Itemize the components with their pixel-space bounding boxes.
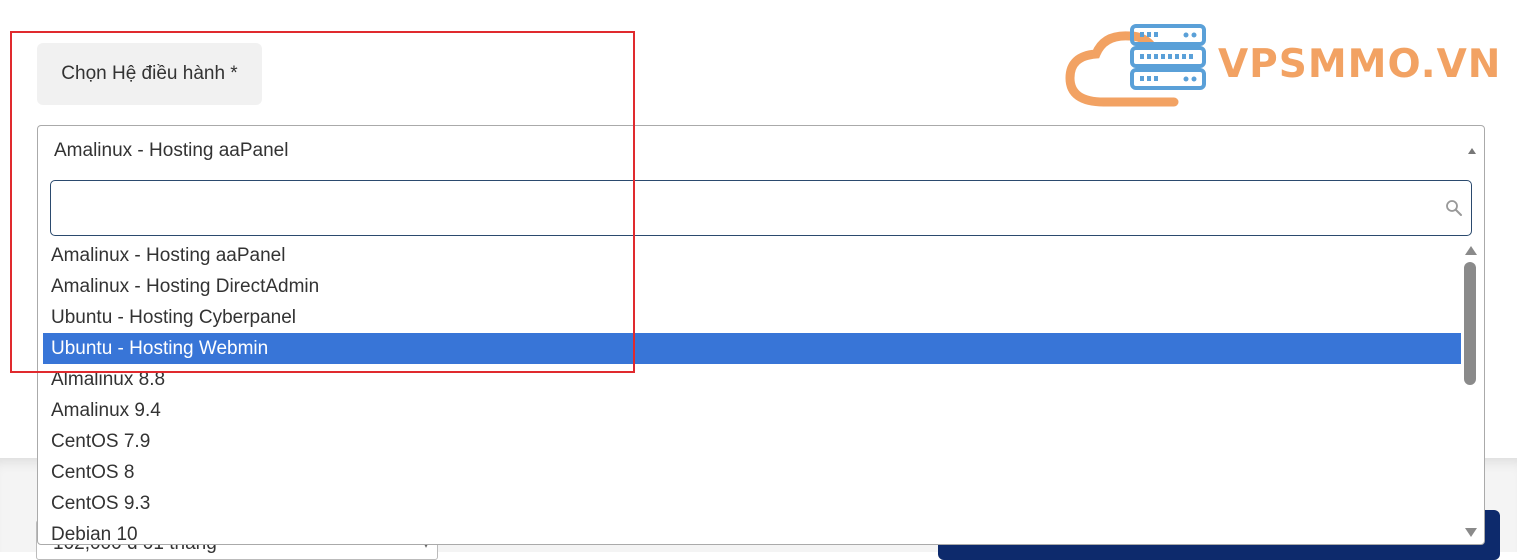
brand-logo-text: VPSMMO.VN <box>1218 42 1502 87</box>
os-option[interactable]: Amalinux - Hosting aaPanel <box>43 240 1461 271</box>
os-option-highlighted[interactable]: Ubuntu - Hosting Webmin <box>43 333 1461 364</box>
os-option[interactable]: Debian 10 <box>43 519 1461 544</box>
os-option[interactable]: CentOS 8 <box>43 457 1461 488</box>
os-option[interactable]: Amalinux - Hosting DirectAdmin <box>43 271 1461 302</box>
os-selected-value[interactable]: Amalinux - Hosting aaPanel <box>54 140 288 162</box>
os-options-list: Amalinux - Hosting aaPanel Amalinux - Ho… <box>43 240 1461 544</box>
scroll-up-arrow-icon[interactable] <box>1465 246 1477 255</box>
os-field-label: Chọn Hệ điều hành * <box>37 43 262 105</box>
scroll-down-arrow-icon[interactable] <box>1465 528 1477 537</box>
options-scrollbar[interactable] <box>1461 240 1482 544</box>
os-option[interactable]: Ubuntu - Hosting Cyberpanel <box>43 302 1461 333</box>
os-option[interactable]: Amalinux 9.4 <box>43 395 1461 426</box>
scrollbar-thumb[interactable] <box>1464 262 1476 385</box>
os-option[interactable]: CentOS 9.3 <box>43 488 1461 519</box>
os-option[interactable]: Almalinux 8.8 <box>43 364 1461 395</box>
os-select-dropdown[interactable]: Amalinux - Hosting aaPanel Amalinux - Ho… <box>37 125 1485 545</box>
os-search-input[interactable] <box>50 180 1472 236</box>
search-icon <box>1446 200 1462 216</box>
os-option[interactable]: CentOS 7.9 <box>43 426 1461 457</box>
chevron-up-icon[interactable] <box>1468 148 1476 154</box>
